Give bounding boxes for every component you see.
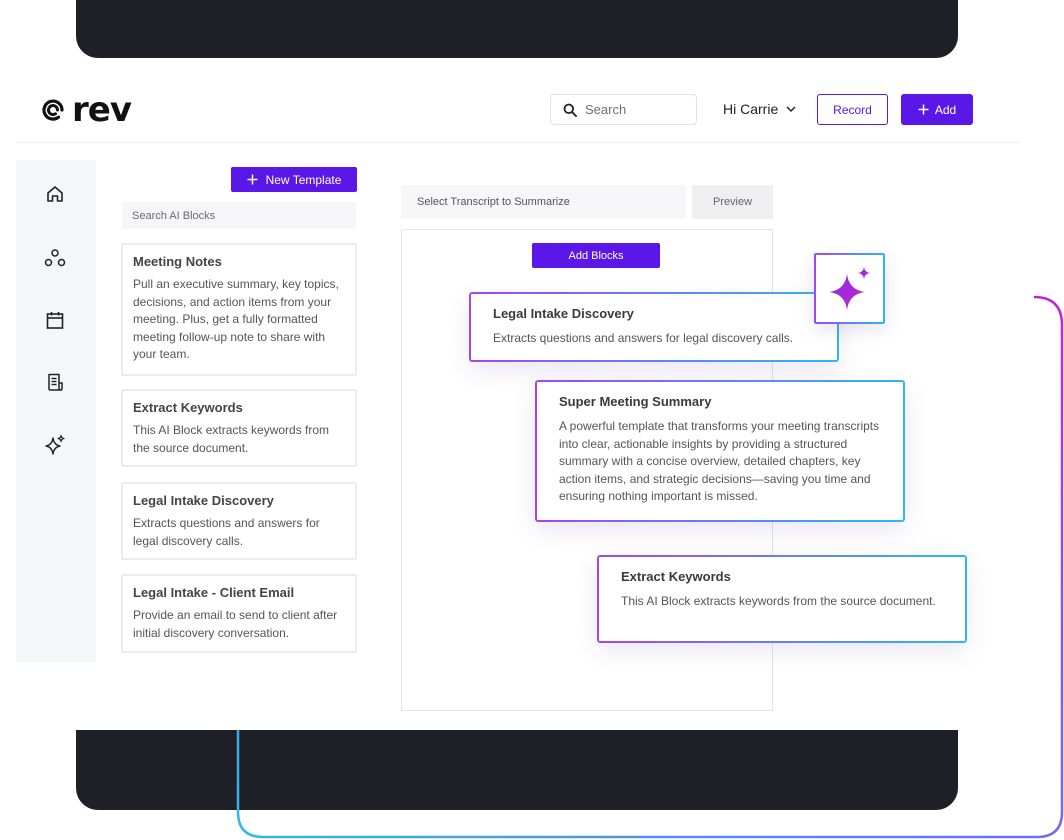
home-icon xyxy=(47,186,63,202)
added-block-title: Extract Keywords xyxy=(621,569,731,584)
sparkle-icon xyxy=(828,266,870,310)
record-button[interactable]: Record xyxy=(817,94,888,125)
block-description: Provide an email to send to client after… xyxy=(133,608,338,640)
people-icon xyxy=(44,249,66,267)
header-search[interactable] xyxy=(550,94,697,125)
added-block-description: A powerful template that transforms your… xyxy=(559,419,880,503)
top-dark-band xyxy=(76,0,958,58)
add-button-label: Add xyxy=(934,102,957,117)
added-block-extract-keywords[interactable]: Extract Keywords This AI Block extracts … xyxy=(597,555,967,643)
plus-icon xyxy=(918,104,929,115)
added-block-title: Legal Intake Discovery xyxy=(493,306,634,321)
block-card-legal-intake-discovery[interactable]: Legal Intake Discovery Extracts question… xyxy=(121,482,357,560)
sidebar-item-calendar[interactable] xyxy=(43,308,67,332)
block-description: This AI Block extracts keywords from the… xyxy=(133,423,330,455)
sparkle-icon xyxy=(45,434,65,455)
sidebar-item-people[interactable] xyxy=(43,246,67,270)
rev-logo-mark-icon xyxy=(42,99,64,121)
add-button[interactable]: Add xyxy=(901,94,973,125)
plus-icon xyxy=(247,174,258,185)
sidebar-nav xyxy=(16,160,96,662)
preview-button[interactable]: Preview xyxy=(692,185,773,219)
document-icon xyxy=(48,373,63,391)
search-input[interactable] xyxy=(585,102,685,117)
rev-logo[interactable]: rev xyxy=(40,90,132,130)
new-template-button[interactable]: New Template xyxy=(231,167,357,192)
new-template-label: New Template xyxy=(265,172,342,187)
calendar-icon xyxy=(46,312,64,329)
block-title: Legal Intake Discovery xyxy=(133,493,274,508)
chevron-down-icon xyxy=(786,105,796,112)
block-description: Extracts questions and answers for legal… xyxy=(133,516,320,548)
added-block-description: This AI Block extracts keywords from the… xyxy=(621,594,936,608)
user-menu[interactable]: Hi Carrie xyxy=(723,101,796,117)
search-icon xyxy=(563,103,577,117)
block-title: Legal Intake - Client Email xyxy=(133,585,295,600)
block-card-legal-intake-client-email[interactable]: Legal Intake - Client Email Provide an e… xyxy=(121,574,357,653)
block-title: Extract Keywords xyxy=(133,400,243,415)
bottom-dark-band xyxy=(76,730,958,810)
ai-sparkle-badge xyxy=(814,253,885,324)
block-card-extract-keywords[interactable]: Extract Keywords This AI Block extracts … xyxy=(121,389,357,467)
add-blocks-button[interactable]: Add Blocks xyxy=(532,243,660,268)
greeting-text: Hi Carrie xyxy=(723,101,779,117)
block-description: Pull an executive summary, key topics, d… xyxy=(133,277,339,361)
added-block-legal-intake-discovery[interactable]: Legal Intake Discovery Extracts question… xyxy=(469,292,839,362)
sidebar-item-ai[interactable] xyxy=(43,433,67,457)
sidebar-item-documents[interactable] xyxy=(43,370,67,394)
sidebar-item-home[interactable] xyxy=(43,182,67,206)
block-card-meeting-notes[interactable]: Meeting Notes Pull an executive summary,… xyxy=(121,243,357,376)
logo-text: rev xyxy=(72,90,132,130)
search-ai-blocks-input[interactable] xyxy=(122,202,356,229)
block-title: Meeting Notes xyxy=(133,254,222,269)
added-block-description: Extracts questions and answers for legal… xyxy=(493,331,794,345)
select-transcript-dropdown[interactable]: Select Transcript to Summarize xyxy=(401,185,686,219)
added-block-super-meeting-summary[interactable]: Super Meeting Summary A powerful templat… xyxy=(535,380,905,522)
added-block-title: Super Meeting Summary xyxy=(559,394,712,409)
header-divider xyxy=(16,142,1020,143)
